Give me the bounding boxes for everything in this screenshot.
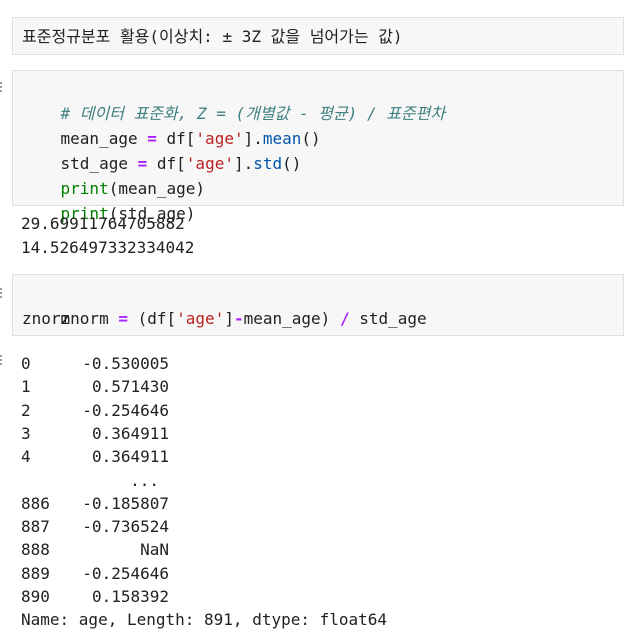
code-cell-standardize[interactable]: # 데이터 표준화, Z = (개별값 - 평균) / 표준편차 mean_ag… bbox=[12, 70, 624, 223]
series-value: 0.364911 bbox=[91, 447, 169, 466]
code-line-print-std: print(std_age) bbox=[22, 176, 196, 223]
call-parens: () bbox=[282, 154, 302, 173]
mean-age-ref: mean_age) bbox=[243, 309, 331, 328]
cell-edge-marker bbox=[0, 82, 5, 92]
assign-op: = bbox=[118, 309, 128, 328]
method-std: std bbox=[253, 154, 283, 173]
series-value: -0.185807 bbox=[82, 494, 169, 513]
std-age-ref: std_age bbox=[359, 309, 427, 328]
minus-op: - bbox=[233, 309, 244, 328]
notebook-page: { "markdown_cell": { "text": "표준정규분포 활용(… bbox=[0, 0, 625, 634]
series-value: ... bbox=[130, 471, 159, 490]
series-row: 890 0.158392 bbox=[21, 585, 169, 609]
code-comment: # 데이터 표준화, Z = (개별값 - 평균) / 표준편차 bbox=[22, 76, 446, 123]
series-row: 886 -0.185807 bbox=[21, 492, 169, 516]
series-row: 1 0.571430 bbox=[21, 375, 169, 399]
series-value: 0.158392 bbox=[91, 587, 169, 606]
string-age: 'age' bbox=[176, 309, 225, 328]
markdown-cell[interactable]: 표준정규분포 활용(이상치: ± 3Z 값을 넘어가는 값) bbox=[12, 17, 624, 55]
series-value: -0.254646 bbox=[82, 401, 169, 420]
markdown-cell-text: 표준정규분포 활용(이상치: ± 3Z 값을 넘어가는 값) bbox=[22, 27, 403, 46]
divide-op: / bbox=[339, 309, 350, 328]
cell-edge-marker bbox=[0, 355, 5, 365]
series-row: 2 -0.254646 bbox=[21, 399, 169, 423]
series-index: 4 bbox=[21, 447, 31, 466]
series-row: 3 0.364911 bbox=[21, 422, 169, 446]
bracket-dot: ]. bbox=[233, 154, 254, 173]
bracket-close: ] bbox=[224, 309, 234, 328]
series-index: 888 bbox=[21, 540, 50, 559]
code-line-znorm-display: znorm bbox=[22, 309, 71, 328]
series-row: 889 -0.254646 bbox=[21, 562, 169, 586]
series-footer: Name: age, Length: 891, dtype: float64 bbox=[21, 610, 388, 629]
series-index: 2 bbox=[21, 401, 31, 420]
series-row: ... bbox=[21, 469, 159, 493]
series-index: 890 bbox=[21, 587, 50, 606]
series-row: 0 -0.530005 bbox=[21, 352, 169, 376]
series-index: 889 bbox=[21, 564, 50, 583]
call-parens: () bbox=[301, 129, 321, 148]
series-row: 4 0.364911 bbox=[21, 445, 169, 469]
series-index: 1 bbox=[21, 377, 31, 396]
cell-edge-marker bbox=[0, 288, 5, 298]
code-line-znorm-assign: znorm = (df['age']-mean_age) / std_age bbox=[22, 281, 427, 328]
series-value: -0.530005 bbox=[82, 354, 169, 373]
output-std-value: 14.526497332334042 bbox=[21, 238, 195, 257]
series-index: 886 bbox=[21, 494, 50, 513]
series-index: 3 bbox=[21, 424, 31, 443]
series-value: -0.736524 bbox=[82, 517, 169, 536]
series-value: NaN bbox=[140, 540, 169, 559]
code-line-print-mean: print(mean_age) bbox=[22, 151, 206, 198]
series-row: 887 -0.736524 bbox=[21, 515, 169, 539]
series-index: 0 bbox=[21, 354, 31, 373]
series-value: -0.254646 bbox=[82, 564, 169, 583]
series-value: 0.571430 bbox=[91, 377, 169, 396]
code-line-mean: mean_age = df['age'].mean() bbox=[22, 101, 321, 148]
output-mean-value: 29.69911764705882 bbox=[21, 214, 185, 233]
code-line-std: std_age = df['age'].std() bbox=[22, 126, 302, 173]
series-index: 887 bbox=[21, 517, 50, 536]
code-cell-znorm[interactable]: znorm = (df['age']-mean_age) / std_age z… bbox=[12, 274, 624, 336]
df-ref: (df[ bbox=[137, 309, 177, 328]
series-row: 888 NaN bbox=[21, 538, 169, 562]
series-value: 0.364911 bbox=[91, 424, 169, 443]
